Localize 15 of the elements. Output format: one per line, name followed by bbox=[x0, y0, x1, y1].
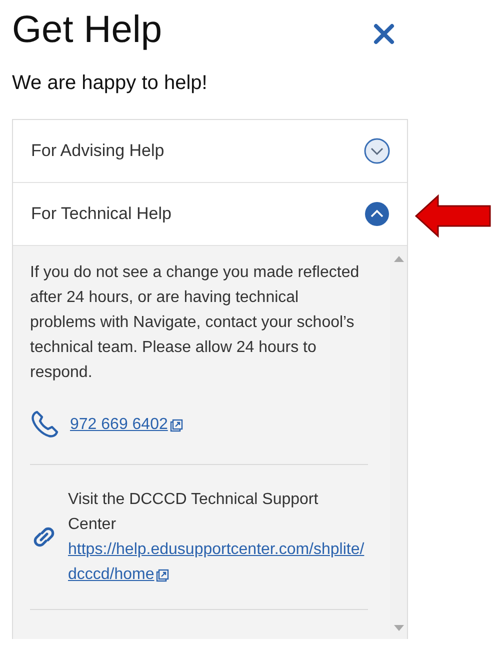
dialog-title: Get Help bbox=[12, 8, 162, 52]
help-text: If you do not see a change you made reflected after 24 hours, or are having technical problems with Navigate, contact your school’s technical team. Please allow 24 hours to respond. bbox=[30, 263, 360, 383]
external-link-icon bbox=[156, 569, 170, 582]
accordion-label: For Technical Help bbox=[31, 204, 172, 224]
scroll-down-icon[interactable] bbox=[394, 625, 404, 631]
contact-link[interactable]: https://help.edusupportcenter.com/shplite/dcccd/home bbox=[68, 537, 366, 587]
contact-link[interactable]: 972 669 6402 bbox=[70, 412, 368, 436]
close-button[interactable] bbox=[373, 23, 395, 45]
phone-icon bbox=[30, 409, 60, 439]
accordion-label: For Advising Help bbox=[31, 141, 164, 161]
external-link-icon bbox=[170, 418, 183, 432]
close-icon bbox=[373, 23, 395, 45]
subtitle: We are happy to help! bbox=[12, 71, 208, 96]
scroll-up-icon[interactable] bbox=[394, 256, 404, 262]
support-label: Visit the DCCCD Technical Support Center bbox=[68, 490, 320, 535]
